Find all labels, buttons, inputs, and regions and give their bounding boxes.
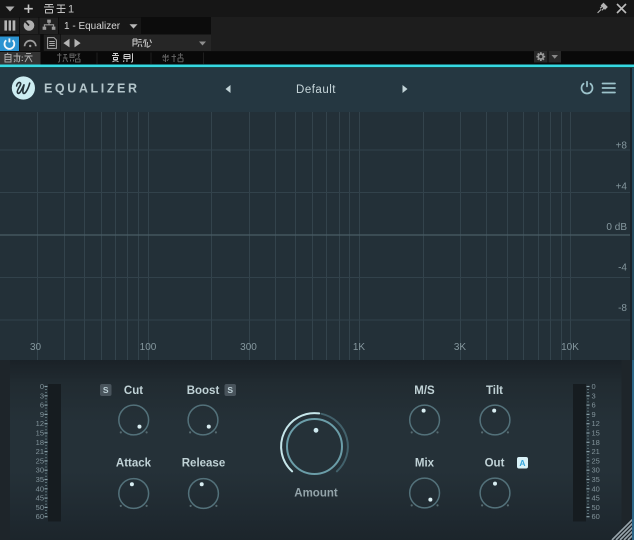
svg-text:M/S: M/S bbox=[414, 385, 435, 397]
svg-text:Amount: Amount bbox=[294, 488, 338, 500]
svg-text:300: 300 bbox=[240, 342, 257, 353]
svg-text:50: 50 bbox=[592, 503, 600, 512]
svg-text:+8: +8 bbox=[616, 141, 628, 152]
svg-text:18: 18 bbox=[592, 438, 600, 447]
svg-text:+4: +4 bbox=[616, 182, 628, 193]
svg-text:30: 30 bbox=[30, 342, 42, 353]
svg-text:10K: 10K bbox=[561, 342, 579, 353]
svg-text:6: 6 bbox=[592, 401, 596, 410]
svg-text:60: 60 bbox=[592, 512, 600, 521]
svg-text:45: 45 bbox=[592, 494, 600, 503]
svg-text:Release: Release bbox=[182, 458, 225, 470]
svg-text:3: 3 bbox=[592, 391, 596, 400]
svg-text:3: 3 bbox=[40, 391, 44, 400]
svg-text:1 - Equalizer: 1 - Equalizer bbox=[64, 21, 121, 32]
svg-text:A: A bbox=[519, 458, 525, 468]
svg-text:60: 60 bbox=[36, 512, 44, 521]
svg-text:9: 9 bbox=[592, 410, 596, 419]
svg-text:40: 40 bbox=[592, 484, 600, 493]
svg-text:Boost: Boost bbox=[187, 385, 220, 397]
svg-text:40: 40 bbox=[36, 484, 44, 493]
svg-text:EQUALIZER: EQUALIZER bbox=[44, 81, 140, 95]
svg-text:3K: 3K bbox=[454, 342, 467, 353]
svg-text:15: 15 bbox=[592, 429, 600, 438]
svg-text:21: 21 bbox=[592, 447, 600, 456]
svg-text:Cut: Cut bbox=[124, 385, 143, 397]
svg-text:45: 45 bbox=[36, 494, 44, 503]
svg-text:35: 35 bbox=[36, 475, 44, 484]
svg-text:S: S bbox=[103, 385, 109, 395]
svg-text:6: 6 bbox=[40, 401, 44, 410]
svg-text:30: 30 bbox=[592, 466, 600, 475]
svg-text:-4: -4 bbox=[618, 263, 627, 274]
svg-text:21: 21 bbox=[36, 447, 44, 456]
svg-text:Attack: Attack bbox=[116, 458, 152, 470]
svg-text:0: 0 bbox=[592, 382, 596, 391]
svg-text:35: 35 bbox=[592, 475, 600, 484]
svg-text:12: 12 bbox=[592, 419, 600, 428]
svg-text:S: S bbox=[227, 385, 233, 395]
svg-text:18: 18 bbox=[36, 438, 44, 447]
svg-text:Out: Out bbox=[485, 458, 505, 470]
svg-text:25: 25 bbox=[36, 456, 44, 465]
svg-text:1K: 1K bbox=[353, 342, 366, 353]
svg-text:0 dB: 0 dB bbox=[606, 222, 627, 233]
svg-text:Tilt: Tilt bbox=[486, 385, 503, 397]
svg-text:12: 12 bbox=[36, 419, 44, 428]
svg-text:0: 0 bbox=[40, 382, 44, 391]
svg-text:-8: -8 bbox=[618, 303, 627, 314]
svg-text:100: 100 bbox=[140, 342, 157, 353]
svg-text:Default: Default bbox=[296, 84, 336, 96]
svg-text:25: 25 bbox=[592, 456, 600, 465]
svg-text:1: 1 bbox=[68, 4, 74, 16]
svg-text:30: 30 bbox=[36, 466, 44, 475]
svg-text:Mix: Mix bbox=[415, 458, 435, 470]
svg-text:9: 9 bbox=[40, 410, 44, 419]
svg-text:50: 50 bbox=[36, 503, 44, 512]
svg-text:15: 15 bbox=[36, 429, 44, 438]
